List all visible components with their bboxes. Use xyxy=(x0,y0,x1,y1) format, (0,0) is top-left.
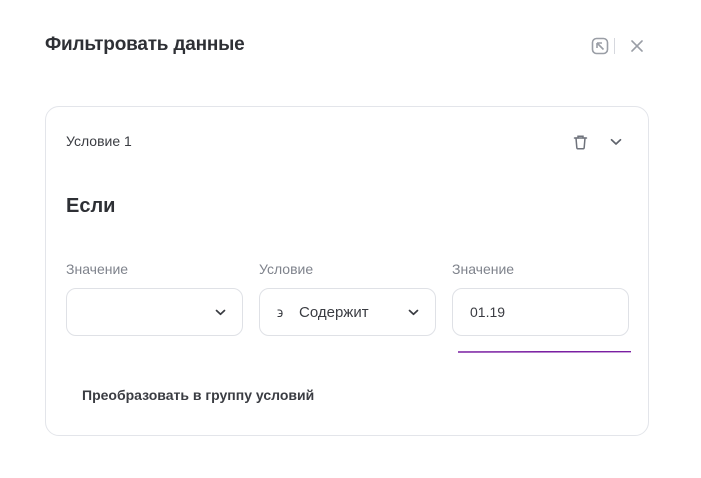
dialog-header-actions xyxy=(588,34,649,58)
field-value-right: Значение xyxy=(452,261,629,336)
condition-title: Условие 1 xyxy=(66,133,132,149)
value-input[interactable] xyxy=(452,288,629,336)
chevron-down-icon xyxy=(215,309,226,316)
trash-icon[interactable] xyxy=(568,130,592,154)
annotation-underline xyxy=(458,351,631,353)
filter-dialog: Фильтровать данные Условие 1 Если Значен… xyxy=(0,0,701,478)
header-separator xyxy=(614,38,615,54)
field-operator: Условие ϶ Содержит xyxy=(259,261,436,336)
value-select[interactable] xyxy=(66,288,243,336)
operator-select[interactable]: ϶ Содержит xyxy=(259,288,436,336)
chevron-down-icon xyxy=(408,309,419,316)
dialog-title: Фильтровать данные xyxy=(45,34,245,55)
open-external-icon[interactable] xyxy=(588,34,612,58)
contains-icon: ϶ xyxy=(277,304,284,320)
close-icon[interactable] xyxy=(625,34,649,58)
condition-actions xyxy=(568,130,628,154)
convert-to-group-button[interactable]: Преобразовать в группу условий xyxy=(82,387,314,403)
field-label: Условие xyxy=(259,261,314,277)
field-value-left: Значение xyxy=(66,261,243,336)
if-heading: Если xyxy=(66,195,116,217)
field-label: Значение xyxy=(452,261,515,277)
chevron-down-icon[interactable] xyxy=(604,130,628,154)
operator-text: Содержит xyxy=(299,303,369,321)
field-label: Значение xyxy=(66,261,129,277)
condition-card: Условие 1 Если Значение Условие ϶ Содерж… xyxy=(45,106,649,436)
